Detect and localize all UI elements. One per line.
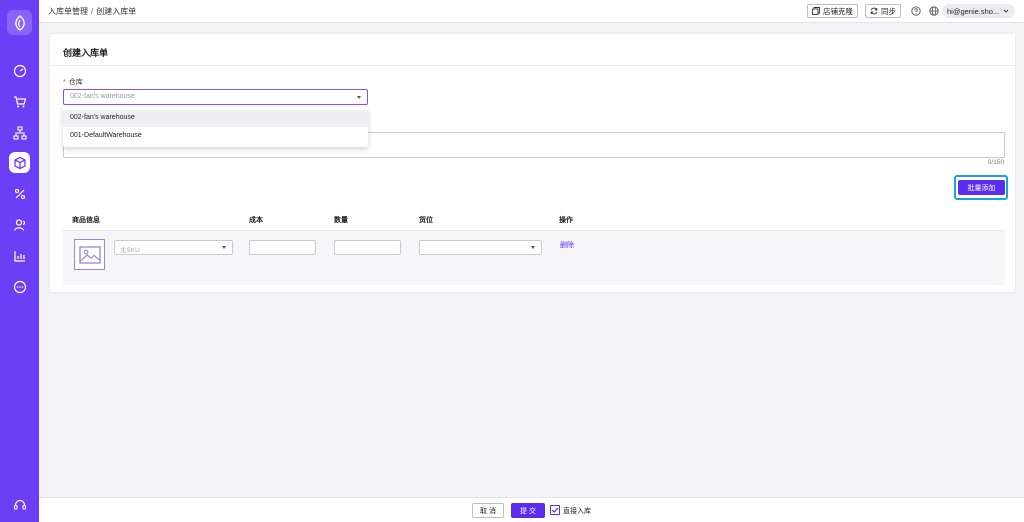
store-clone-label: 店铺克隆: [823, 6, 853, 16]
sync-button[interactable]: 同步: [865, 4, 901, 18]
dashboard-icon: [13, 64, 26, 77]
quantity-input[interactable]: [334, 240, 401, 255]
help-icon[interactable]: [911, 6, 921, 16]
warehouse-label: * 仓库: [63, 77, 83, 87]
sku-select[interactable]: 主SKU: [114, 240, 233, 255]
sidebar-item-customers[interactable]: [9, 214, 30, 235]
col-header-actions: 操作: [559, 217, 573, 224]
clone-icon: [812, 7, 820, 15]
form-footer: 取 消 提 交 直接入库: [39, 497, 1024, 522]
batch-add-button[interactable]: 批量添加: [958, 180, 1005, 195]
user-menu[interactable]: hi@genie.sho...: [942, 4, 1016, 18]
warehouse-option[interactable]: 001-DefaultWarehouse: [63, 128, 368, 145]
cost-input[interactable]: [249, 240, 316, 255]
col-header-quantity: 数量: [334, 217, 348, 224]
globe-icon[interactable]: [929, 6, 939, 16]
percent-icon: [14, 188, 25, 199]
sidebar-item-messages[interactable]: [9, 276, 30, 297]
caret-down-icon: [222, 246, 226, 249]
breadcrumb-current: 创建入库单: [96, 7, 137, 16]
sku-select-placeholder: 主SKU: [120, 247, 140, 254]
sync-icon: [870, 7, 878, 15]
breadcrumb-separator: /: [91, 7, 94, 16]
title-divider: [50, 65, 1015, 66]
app-logo[interactable]: [7, 10, 32, 35]
sync-label: 同步: [881, 6, 896, 16]
sitemap-icon: [12, 125, 27, 140]
sidebar-item-analytics[interactable]: [9, 245, 30, 266]
col-header-product: 商品信息: [72, 217, 100, 224]
col-header-cost: 成本: [249, 217, 263, 224]
page-title: 创建入库单: [63, 48, 109, 58]
direct-inbound-label[interactable]: 直接入库: [563, 506, 591, 516]
image-placeholder-icon: [78, 245, 101, 264]
checkmark-icon: [551, 507, 559, 513]
sidebar-item-promotions[interactable]: [9, 183, 30, 204]
col-header-location: 货位: [419, 217, 433, 224]
cancel-button[interactable]: 取 消: [472, 503, 504, 518]
user-email: hi@genie.sho...: [947, 6, 1000, 16]
sidebar-item-structure[interactable]: [9, 122, 30, 143]
warehouse-label-text: 仓库: [68, 79, 83, 86]
required-mark: *: [63, 79, 66, 86]
top-bar: 入库单管理 / 创建入库单 店铺克隆 同步 hi@genie.sho...: [39, 0, 1024, 23]
chat-icon: [13, 280, 26, 293]
delete-row-link[interactable]: 删除: [560, 240, 574, 250]
sidebar-item-dashboard[interactable]: [9, 60, 30, 81]
warehouse-select-value: 002-fan's warehouse: [70, 93, 135, 100]
warehouse-select[interactable]: 002-fan's warehouse: [63, 89, 368, 105]
sidebar: [0, 0, 39, 522]
caret-down-icon: [357, 96, 361, 99]
caret-down-icon: [531, 246, 535, 249]
breadcrumb: 入库单管理 / 创建入库单: [48, 6, 136, 17]
store-clone-button[interactable]: 店铺克隆: [807, 4, 858, 18]
sidebar-item-inventory[interactable]: [9, 152, 30, 173]
chart-icon: [13, 250, 25, 262]
cart-icon: [13, 95, 26, 107]
table-row: [63, 230, 1005, 285]
users-icon: [13, 218, 25, 231]
box-icon: [13, 156, 26, 169]
direct-inbound-checkbox[interactable]: [550, 505, 560, 515]
product-thumbnail[interactable]: [74, 239, 105, 270]
submit-button[interactable]: 提 交: [511, 503, 545, 518]
warehouse-dropdown: 002-fan's warehouse 001-DefaultWarehouse: [63, 107, 368, 147]
sidebar-item-orders[interactable]: [9, 91, 30, 112]
note-char-counter: 0/150: [987, 159, 1004, 166]
headset-icon: [13, 499, 26, 510]
warehouse-option[interactable]: 002-fan's warehouse: [63, 110, 368, 127]
location-select[interactable]: [419, 240, 542, 255]
support-button[interactable]: [9, 494, 30, 515]
create-inbound-form: 创建入库单 * 仓库 002-fan's warehouse 0/150 002-…: [49, 33, 1016, 293]
chevron-down-icon: [1003, 9, 1009, 13]
breadcrumb-parent[interactable]: 入库单管理: [48, 7, 88, 16]
logo-icon: [14, 14, 25, 31]
